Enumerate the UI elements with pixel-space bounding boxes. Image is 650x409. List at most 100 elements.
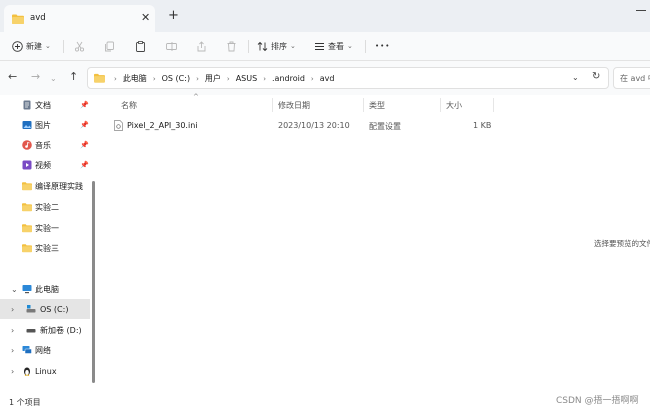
chevron-down-icon: ⌄ xyxy=(45,42,51,50)
title-bar: avd ✕ + xyxy=(0,0,650,32)
folder-icon xyxy=(22,203,32,212)
sidebar-item-drive-d[interactable]: › 新加卷 (D:) xyxy=(0,320,90,340)
view-list-icon xyxy=(315,42,324,50)
plus-circle-icon xyxy=(12,40,23,52)
scissors-icon xyxy=(74,41,85,52)
column-divider[interactable] xyxy=(493,98,494,112)
delete-button[interactable] xyxy=(226,38,237,54)
file-date: 2023/10/13 20:10 xyxy=(278,121,350,130)
linux-icon xyxy=(24,367,30,376)
pin-icon: 📌 xyxy=(80,121,89,129)
forward-button[interactable]: → xyxy=(31,71,40,83)
network-icon xyxy=(22,346,32,354)
address-bar[interactable]: › 此电脑 › OS (C:) › 用户 › ASUS › .android ›… xyxy=(87,67,609,89)
copy-button[interactable] xyxy=(104,38,115,54)
chevron-down-icon[interactable]: ⌄ xyxy=(11,285,18,294)
column-divider[interactable] xyxy=(440,98,441,112)
sidebar-item-label: 网络 xyxy=(35,345,51,355)
column-header-type[interactable]: 类型 xyxy=(369,100,385,111)
close-tab-button[interactable]: ✕ xyxy=(141,11,150,24)
watermark: CSDN @捂一捂啊啊 xyxy=(556,396,639,406)
sidebar-scrollbar[interactable] xyxy=(92,181,95,383)
recent-dropdown-icon[interactable]: ⌄ xyxy=(50,73,57,85)
pictures-icon xyxy=(22,121,32,129)
column-divider[interactable] xyxy=(272,98,273,112)
sidebar-item-experiment-2[interactable]: 实验二 xyxy=(0,197,90,217)
minimize-button[interactable] xyxy=(636,10,646,11)
search-input[interactable]: 在 avd 中 xyxy=(613,67,650,89)
sidebar-item-label: OS (C:) xyxy=(40,304,69,314)
breadcrumb-separator: › xyxy=(196,74,199,83)
sort-button[interactable]: 排序 ⌄ xyxy=(257,38,296,54)
column-header-name[interactable]: 名称 xyxy=(121,100,137,111)
chevron-down-icon: ⌄ xyxy=(347,42,353,50)
breadcrumb-separator: › xyxy=(310,74,314,83)
sidebar-item-music[interactable]: 音乐 📌 xyxy=(0,135,90,155)
documents-icon xyxy=(23,100,31,110)
status-bar: 1 个项目 CSDN @捂一捂啊啊 xyxy=(0,385,650,409)
chevron-right-icon[interactable]: › xyxy=(11,326,14,335)
new-label: 新建 xyxy=(26,41,42,51)
column-divider[interactable] xyxy=(363,98,364,112)
sidebar-item-network[interactable]: › 网络 xyxy=(0,340,90,360)
sidebar-item-experiment-3[interactable]: 实验三 xyxy=(0,238,90,258)
folder-icon xyxy=(22,244,32,253)
cut-button[interactable] xyxy=(74,38,85,54)
navigation-pane: 文档 📌 图片 📌 音乐 📌 视频 📌 编译原理实践 实验二 实验一 实验三 ⌄… xyxy=(0,95,100,385)
breadcrumb-item[interactable]: 此电脑 xyxy=(123,73,147,84)
rename-button[interactable] xyxy=(166,38,177,54)
breadcrumb-item[interactable]: 用户 xyxy=(205,73,221,84)
breadcrumb-item[interactable]: avd xyxy=(320,74,335,83)
sort-ascending-icon: ^ xyxy=(193,93,199,101)
sidebar-item-documents[interactable]: 文档 📌 xyxy=(0,95,90,115)
sidebar-item-label: Linux xyxy=(35,366,57,376)
chevron-down-icon[interactable]: ⌄ xyxy=(572,73,579,82)
command-bar: 新建 ⌄ 排序 ⌄ 查看 ⌄ ••• xyxy=(0,32,650,61)
drive-d-icon xyxy=(26,329,36,333)
file-name: Pixel_2_API_30.ini xyxy=(127,121,198,130)
file-row[interactable]: Pixel_2_API_30.ini 2023/10/13 20:10 配置设置… xyxy=(108,117,493,135)
sidebar-item-videos[interactable]: 视频 📌 xyxy=(0,155,90,175)
new-button[interactable]: 新建 ⌄ xyxy=(12,38,51,54)
sidebar-item-pictures[interactable]: 图片 📌 xyxy=(0,115,90,135)
pin-icon: 📌 xyxy=(80,161,89,169)
sidebar-item-linux[interactable]: › Linux xyxy=(0,361,90,381)
sidebar-item-label: 视频 xyxy=(35,160,51,170)
breadcrumb-item[interactable]: ASUS xyxy=(236,74,257,83)
search-placeholder: 在 avd 中 xyxy=(620,74,650,83)
rename-icon xyxy=(166,41,177,51)
column-header-size[interactable]: 大小 xyxy=(446,100,462,111)
view-button[interactable]: 查看 ⌄ xyxy=(314,38,353,54)
sidebar-item-label: 实验三 xyxy=(35,243,59,253)
paste-button[interactable] xyxy=(135,38,146,54)
share-button[interactable] xyxy=(196,38,207,54)
divider xyxy=(63,40,64,53)
sidebar-item-experiment-1[interactable]: 实验一 xyxy=(0,218,90,238)
sidebar-item-label: 实验一 xyxy=(35,223,59,233)
sidebar-item-label: 图片 xyxy=(35,120,51,130)
column-header-date[interactable]: 修改日期 xyxy=(278,100,310,111)
breadcrumb-item[interactable]: .android xyxy=(272,74,305,83)
divider xyxy=(248,40,249,53)
file-list-pane: ^ 名称 修改日期 类型 大小 Pixel_2_API_30.ini 2023/… xyxy=(100,93,650,385)
sidebar-item-this-pc[interactable]: ⌄ 此电脑 xyxy=(0,279,90,299)
new-tab-button[interactable]: + xyxy=(168,9,179,22)
share-icon xyxy=(197,40,206,51)
sort-label: 排序 xyxy=(271,41,287,51)
sidebar-item-compiler-practice[interactable]: 编译原理实践 xyxy=(0,176,90,196)
breadcrumb-item[interactable]: OS (C:) xyxy=(162,74,190,83)
more-button[interactable]: ••• xyxy=(375,38,390,54)
breadcrumb-separator: › xyxy=(263,74,266,83)
chevron-right-icon[interactable]: › xyxy=(11,305,14,314)
up-button[interactable]: ↑ xyxy=(69,71,78,83)
sidebar-item-label: 编译原理实践 xyxy=(35,181,83,191)
sidebar-item-drive-c[interactable]: › OS (C:) xyxy=(0,299,90,319)
chevron-right-icon[interactable]: › xyxy=(11,367,14,376)
drive-c-icon xyxy=(26,305,36,313)
sort-icon xyxy=(257,41,268,51)
back-button[interactable]: ← xyxy=(8,71,17,83)
pin-icon: 📌 xyxy=(80,141,89,149)
chevron-right-icon[interactable]: › xyxy=(11,346,14,355)
tab-avd[interactable]: avd ✕ xyxy=(4,5,155,32)
refresh-icon[interactable]: ↻ xyxy=(592,71,600,82)
